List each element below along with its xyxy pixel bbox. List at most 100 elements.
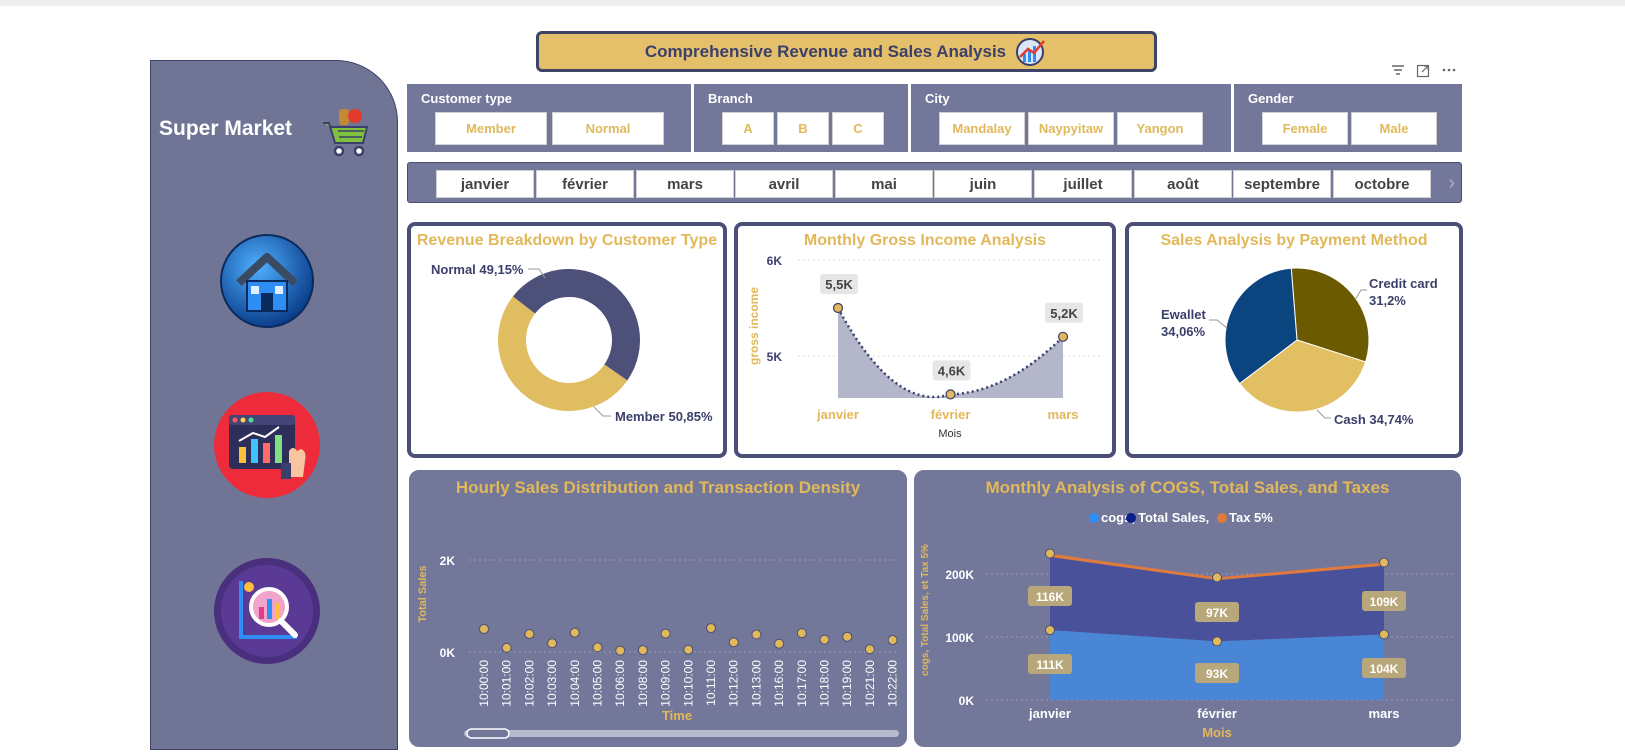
data-point: [660, 628, 671, 639]
data-label: Member 50,85%: [615, 409, 713, 424]
y-axis-label: cogs, Total Sales, et Tax 5%: [920, 544, 931, 676]
slicer-title: City: [925, 91, 950, 106]
x-tick-label: 10:19:00: [840, 660, 854, 707]
shopping-cart-icon: [323, 109, 369, 157]
slicer-option-male[interactable]: Male: [1351, 112, 1437, 145]
data-label: Credit card: [1369, 276, 1438, 291]
x-tick-label: 10:06:00: [613, 660, 627, 707]
x-tick-label: 10:09:00: [659, 660, 673, 707]
brand: Super Market: [159, 117, 292, 141]
gross-income-area-chart: 6K 5K 5,5K janvier 4,6K février 5,2K mars Mois gr…: [747, 254, 1100, 440]
slicer-title: Branch: [708, 91, 753, 106]
x-tick-label: 10:04:00: [568, 660, 582, 707]
data-point: [819, 634, 830, 645]
y-tick-label: 100K: [945, 631, 974, 645]
analytics-logo-icon: [1016, 37, 1046, 66]
month-button[interactable]: janvier: [436, 170, 534, 198]
data-label: 116K: [1036, 590, 1064, 604]
data-point: [1212, 572, 1222, 583]
more-options-icon[interactable]: [1442, 64, 1456, 79]
dashboard-title-banner: Comprehensive Revenue and Sales Analysis: [536, 31, 1157, 72]
data-point: [479, 624, 489, 634]
data-point: [774, 638, 785, 649]
y-tick-label: 0K: [959, 694, 975, 708]
sidebar: Super Market: [150, 60, 398, 750]
x-axis-label: Mois: [938, 428, 962, 440]
leader-line: [593, 406, 611, 417]
month-button[interactable]: septembre: [1233, 170, 1331, 198]
data-point: [864, 644, 875, 655]
slicer-title: Customer type: [421, 91, 513, 106]
x-tick-label: 10:05:00: [591, 660, 605, 707]
slicer-option-yangon[interactable]: Yangon: [1117, 112, 1203, 145]
scrollbar-thumb[interactable]: [466, 728, 510, 739]
data-point: [547, 638, 558, 649]
hourly-sales-scatter-chart: 2K 0K 10:00:00 10:01:00 10:02:00 10:03:00 10:0…: [417, 554, 900, 739]
month-button[interactable]: octobre: [1333, 170, 1431, 198]
month-button[interactable]: août: [1134, 170, 1232, 198]
customer-type-donut-chart: Normal 49,15% Member 50,85%: [431, 262, 713, 424]
data-label: 5,2K: [1050, 306, 1078, 321]
leader-line: [1354, 289, 1367, 301]
x-tick-label: 10:11:00: [704, 660, 718, 706]
data-label: Ewallet: [1161, 307, 1206, 322]
data-label: 5,5K: [825, 277, 853, 292]
y-axis-label: Total Sales: [417, 565, 429, 622]
filter-icon[interactable]: [1391, 64, 1405, 79]
analysis-nav-icon[interactable]: [213, 557, 321, 665]
x-tick-label: 10:03:00: [545, 660, 559, 707]
month-button[interactable]: mars: [636, 170, 734, 198]
slicer-option-naypyitaw[interactable]: Naypyitaw: [1028, 112, 1114, 145]
data-point: [615, 645, 626, 656]
data-label: 104K: [1370, 662, 1399, 676]
slicer-option-b[interactable]: B: [777, 112, 829, 145]
month-button[interactable]: mai: [835, 170, 933, 198]
scroll-right-icon[interactable]: ›: [1448, 172, 1455, 195]
branch-slicer: Branch A B C: [694, 84, 908, 152]
data-label: 4,6K: [938, 363, 966, 378]
data-point: [796, 628, 807, 639]
data-point: [706, 623, 716, 634]
x-tick-label: 10:13:00: [749, 660, 763, 707]
data-point: [524, 629, 535, 640]
month-button[interactable]: juin: [934, 170, 1032, 198]
x-tick-label: janvier: [816, 407, 859, 422]
month-button[interactable]: avril: [735, 170, 833, 198]
legend-label: Total Sales,: [1138, 510, 1209, 525]
y-tick-label: 5K: [767, 350, 783, 364]
cogs-sales-taxes-card: Monthly Analysis of COGS, Total Sales, a…: [912, 468, 1463, 749]
customer-type-slicer: Customer type Member Normal: [407, 84, 691, 152]
x-axis-label: Mois: [1202, 725, 1232, 740]
slicer-option-female[interactable]: Female: [1262, 112, 1348, 145]
payment-method-card: Sales Analysis by Payment Method Credit …: [1125, 222, 1463, 458]
month-button[interactable]: février: [536, 170, 634, 198]
data-label: Cash 34,74%: [1334, 412, 1414, 427]
dashboard-nav-icon[interactable]: [213, 391, 321, 499]
hourly-sales-card: Hourly Sales Distribution and Transactio…: [407, 468, 909, 749]
slicer-option-a[interactable]: A: [722, 112, 774, 145]
month-button[interactable]: juillet: [1034, 170, 1132, 198]
data-point: [945, 389, 956, 400]
y-axis-label: gross income: [747, 287, 761, 365]
gender-slicer: Gender Female Male: [1234, 84, 1462, 152]
x-axis-label: Time: [662, 708, 692, 723]
slicer-option-c[interactable]: C: [832, 112, 884, 145]
data-point: [1379, 557, 1389, 568]
data-point: [501, 642, 512, 653]
slicer-option-mandalay[interactable]: Mandalay: [939, 112, 1025, 145]
area-fill: [838, 308, 1063, 398]
data-point: [569, 627, 580, 638]
x-tick-label: 10:21:00: [863, 660, 877, 707]
slicer-option-normal[interactable]: Normal: [552, 112, 664, 145]
data-label: 34,06%: [1161, 324, 1206, 339]
home-nav-icon[interactable]: [219, 233, 315, 329]
focus-mode-icon[interactable]: [1416, 64, 1430, 81]
data-point: [751, 629, 762, 640]
slicer-option-member[interactable]: Member: [435, 112, 547, 145]
data-label: 97K: [1206, 606, 1228, 620]
x-tick-label: 10:16:00: [772, 660, 786, 707]
data-point: [1045, 548, 1055, 559]
top-bar: [0, 0, 1625, 6]
data-point: [683, 644, 694, 655]
x-tick-label: février: [1197, 706, 1237, 721]
